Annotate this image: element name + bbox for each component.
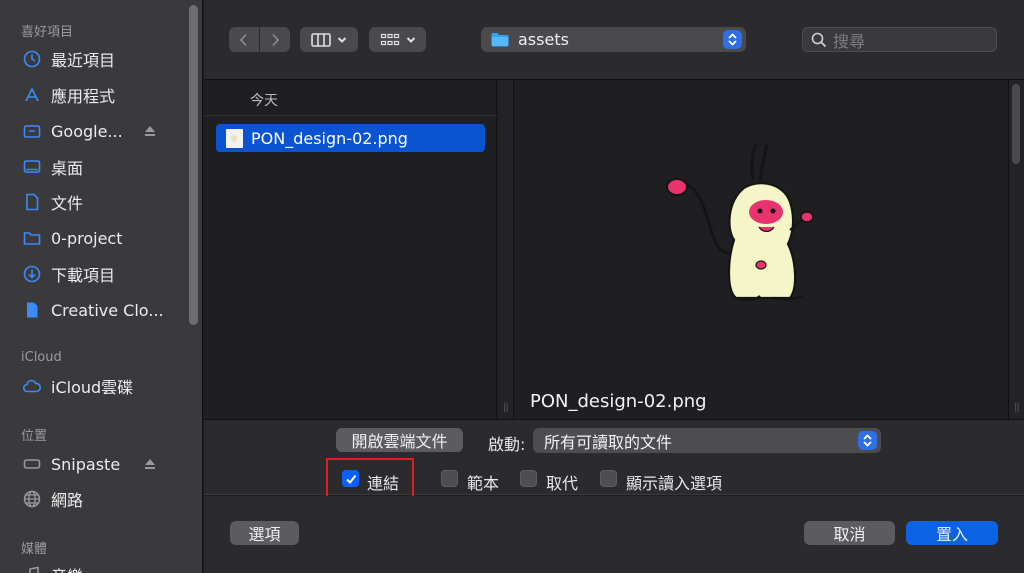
location-popup[interactable]: assets bbox=[481, 27, 746, 52]
preview-filename: PON_design-02.png bbox=[530, 391, 707, 412]
updown-stepper-icon bbox=[858, 431, 877, 450]
sidebar-item-label: 應用程式 bbox=[51, 87, 116, 106]
insert-button[interactable]: 置入 bbox=[906, 521, 998, 545]
chevron-down-icon bbox=[406, 36, 415, 43]
sidebar-item-desktop[interactable]: 桌面 bbox=[21, 153, 181, 181]
sidebar-item-label: 文件 bbox=[51, 194, 84, 213]
back-button[interactable] bbox=[229, 27, 259, 52]
enable-label: 啟動: bbox=[488, 435, 526, 454]
sidebar: 喜好項目 最近項目 應用程式 Google... 桌面 文件 0-project… bbox=[0, 0, 203, 573]
sidebar-item-snipaste[interactable]: Snipaste bbox=[21, 450, 181, 478]
sidebar-section-favorites: 喜好項目 bbox=[21, 25, 74, 40]
sidebar-item-label: Snipaste bbox=[51, 454, 121, 474]
download-icon bbox=[21, 263, 43, 285]
sidebar-item-downloads[interactable]: 下載項目 bbox=[21, 260, 181, 288]
sidebar-item-label: iCloud雲碟 bbox=[51, 378, 134, 397]
annotation-highlight-box bbox=[326, 458, 414, 501]
image-file-icon bbox=[226, 128, 243, 148]
sidebar-item-label: 網路 bbox=[51, 491, 84, 510]
chevron-left-icon bbox=[239, 33, 247, 46]
folder-icon bbox=[491, 33, 509, 47]
search-field[interactable]: 搜尋 bbox=[802, 27, 997, 52]
open-cloud-documents-button[interactable]: 開啟雲端文件 bbox=[336, 428, 463, 452]
sidebar-item-music[interactable]: 音樂 bbox=[21, 561, 181, 573]
sidebar-item-google-drive[interactable]: Google... bbox=[21, 117, 181, 145]
sidebar-item-label: Google... bbox=[51, 121, 123, 141]
eject-icon[interactable] bbox=[143, 458, 157, 470]
enable-popup[interactable]: 所有可讀取的文件 bbox=[533, 428, 881, 453]
music-icon bbox=[21, 564, 43, 573]
column-resize-handle[interactable]: || bbox=[498, 80, 514, 419]
template-checkbox[interactable] bbox=[441, 470, 458, 487]
folder-icon bbox=[21, 227, 43, 249]
sidebar-item-label: 最近項目 bbox=[51, 51, 116, 70]
chevron-down-icon bbox=[337, 36, 347, 43]
show-import-options-label: 顯示讀入選項 bbox=[626, 474, 723, 493]
sidebar-item-0-project[interactable]: 0-project bbox=[21, 224, 181, 252]
sidebar-item-documents[interactable]: 文件 bbox=[21, 188, 181, 216]
template-checkbox-label: 範本 bbox=[467, 474, 500, 493]
group-header-label: 今天 bbox=[250, 93, 278, 109]
sidebar-item-label: 0-project bbox=[51, 228, 123, 248]
sidebar-section-locations: 位置 bbox=[21, 429, 48, 444]
globe-icon bbox=[21, 488, 43, 510]
character-illustration bbox=[666, 144, 814, 302]
file-name: PON_design-02.png bbox=[251, 128, 408, 148]
sidebar-item-network[interactable]: 網路 bbox=[21, 485, 181, 513]
group-header: 今天 bbox=[204, 80, 497, 116]
replace-checkbox[interactable] bbox=[520, 470, 537, 487]
bottom-bar: 選項 取消 置入 bbox=[204, 496, 1024, 573]
toolbar: assets 搜尋 bbox=[204, 0, 1024, 80]
drive-icon bbox=[21, 453, 43, 475]
clock-icon bbox=[21, 48, 43, 70]
chevron-right-icon bbox=[272, 33, 280, 46]
location-label: assets bbox=[518, 30, 569, 49]
updown-stepper-icon bbox=[723, 30, 742, 49]
columns-view-icon bbox=[311, 32, 331, 47]
sidebar-item-recents[interactable]: 最近項目 bbox=[21, 45, 181, 73]
desktop-icon bbox=[21, 156, 43, 178]
sidebar-section-media: 媒體 bbox=[21, 542, 48, 557]
enable-popup-value: 所有可讀取的文件 bbox=[544, 432, 673, 452]
drive-icon bbox=[21, 120, 43, 142]
options-button[interactable]: 選項 bbox=[230, 521, 299, 545]
file-column: 今天 PON_design-02.png bbox=[204, 80, 497, 419]
search-placeholder: 搜尋 bbox=[833, 31, 866, 51]
applications-icon bbox=[21, 84, 43, 106]
search-icon bbox=[811, 32, 827, 47]
forward-button[interactable] bbox=[260, 27, 290, 52]
show-import-options-checkbox[interactable] bbox=[600, 470, 617, 487]
sidebar-section-icloud: iCloud bbox=[21, 350, 62, 365]
group-button[interactable] bbox=[369, 27, 426, 52]
sidebar-item-label: Creative Clo... bbox=[51, 300, 164, 320]
view-mode-button[interactable] bbox=[300, 27, 358, 52]
sidebar-item-creative-cloud[interactable]: Creative Clo... bbox=[21, 296, 181, 324]
preview-pane: PON_design-02.png bbox=[516, 80, 1008, 419]
cloud-icon bbox=[21, 375, 43, 397]
file-icon bbox=[21, 299, 43, 321]
sidebar-item-label: 桌面 bbox=[51, 159, 84, 178]
sidebar-item-applications[interactable]: 應用程式 bbox=[21, 81, 181, 109]
eject-icon[interactable] bbox=[143, 125, 157, 137]
file-row[interactable]: PON_design-02.png bbox=[216, 124, 485, 152]
replace-checkbox-label: 取代 bbox=[546, 474, 579, 493]
sidebar-scrollbar[interactable] bbox=[189, 5, 198, 325]
sidebar-item-label: 音樂 bbox=[51, 563, 83, 573]
preview-scrollbar[interactable] bbox=[1012, 84, 1020, 164]
document-icon bbox=[21, 191, 43, 213]
sidebar-item-label: 下載項目 bbox=[51, 266, 116, 285]
sidebar-item-icloud-drive[interactable]: iCloud雲碟 bbox=[21, 372, 181, 400]
grid-icon bbox=[380, 33, 399, 45]
cancel-button[interactable]: 取消 bbox=[804, 521, 895, 545]
